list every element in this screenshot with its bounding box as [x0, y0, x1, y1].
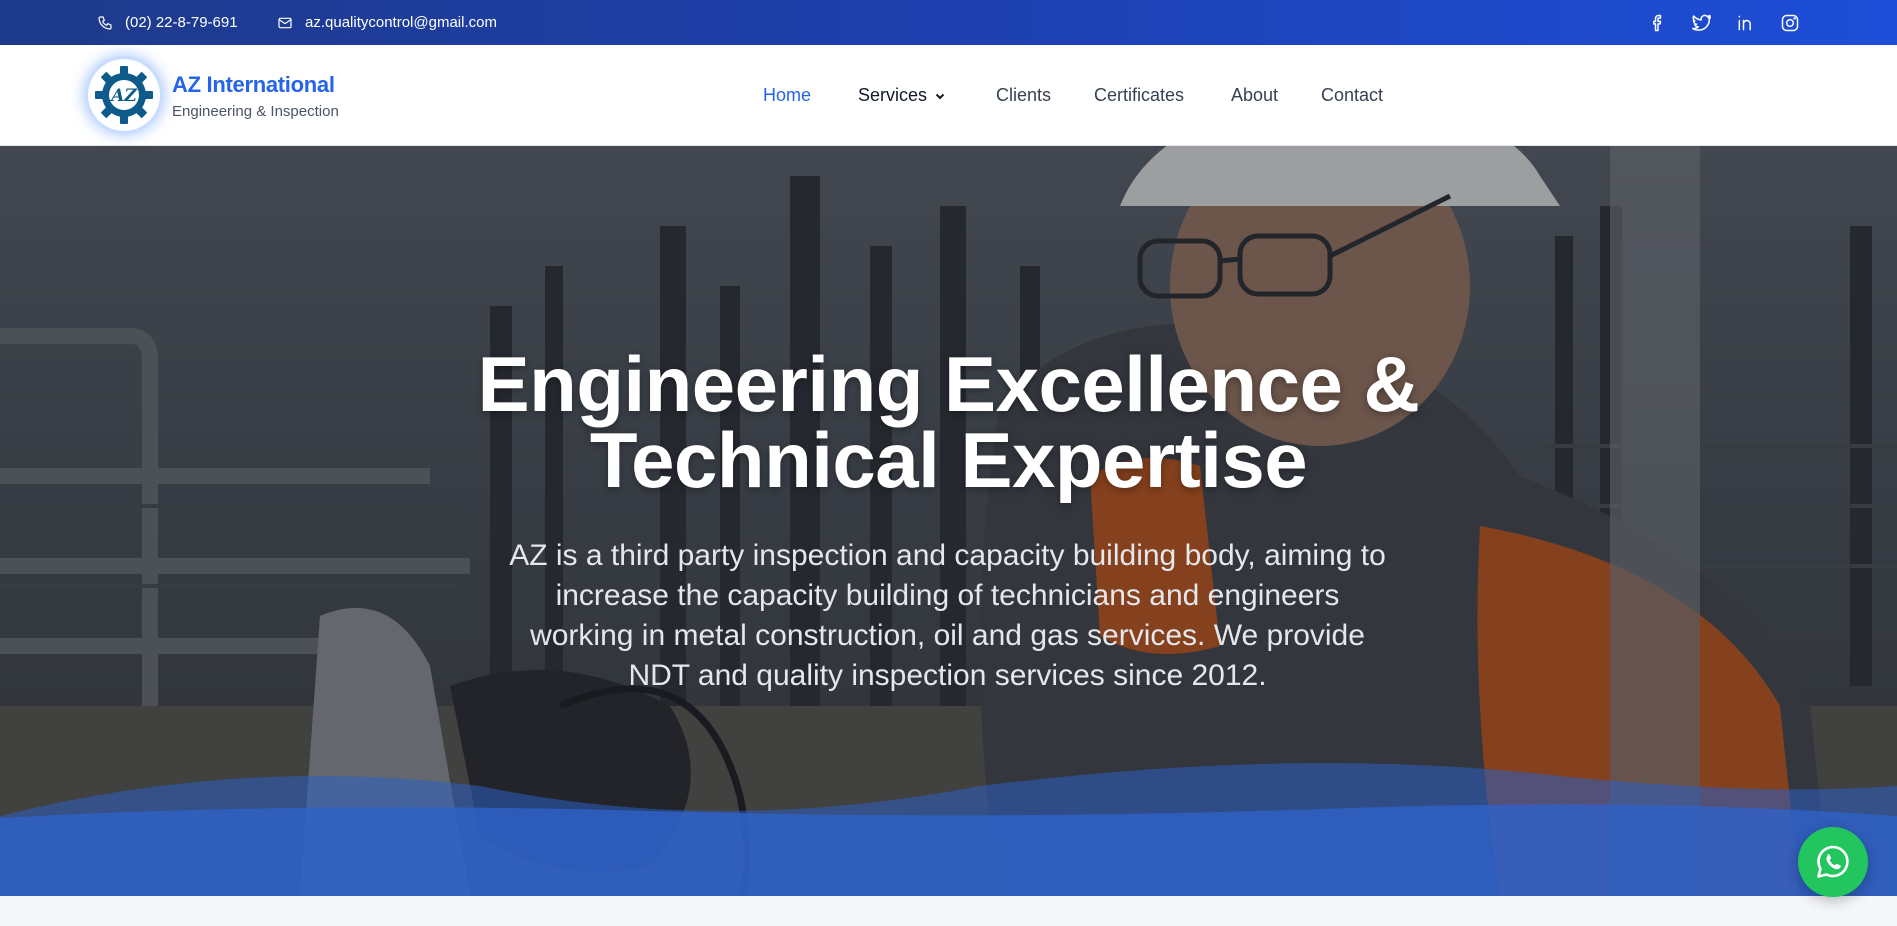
site-header: AZ AZ International Engineering & Inspec…	[0, 45, 1897, 146]
top-bar: (02) 22-8-79-691 az.qualitycontrol@gmail…	[0, 0, 1897, 45]
whatsapp-button[interactable]	[1798, 827, 1868, 897]
nav-clients[interactable]: Clients	[996, 85, 1051, 106]
nav-certificates-label: Certificates	[1094, 85, 1185, 105]
email-contact[interactable]: az.qualitycontrol@gmail.com	[277, 0, 497, 45]
nav-services[interactable]: Services	[858, 85, 946, 106]
twitter-icon[interactable]	[1691, 12, 1713, 34]
instagram-icon[interactable]	[1779, 12, 1801, 34]
social-links	[1647, 0, 1801, 45]
phone-contact[interactable]: (02) 22-8-79-691	[97, 0, 238, 45]
hero-wave-divider	[0, 763, 1897, 896]
mail-icon	[278, 17, 292, 28]
whatsapp-icon	[1817, 845, 1849, 878]
main-navigation: Home Services Clients Certificates About…	[0, 45, 1897, 146]
facebook-icon[interactable]	[1647, 12, 1669, 34]
nav-contact-label: Contact	[1321, 85, 1384, 105]
linkedin-icon[interactable]	[1735, 12, 1757, 34]
nav-home[interactable]: Home	[763, 85, 811, 106]
nav-contact[interactable]: Contact	[1321, 85, 1383, 106]
nav-about[interactable]: About	[1231, 85, 1278, 106]
nav-services-label: Services	[858, 85, 928, 105]
nav-clients-label: Clients	[996, 85, 1052, 105]
phone-icon	[98, 15, 112, 30]
chevron-down-icon	[935, 93, 945, 99]
nav-about-label: About	[1231, 85, 1279, 105]
nav-certificates[interactable]: Certificates	[1094, 85, 1184, 106]
hero-section: Engineering Excellence & Technical Exper…	[0, 146, 1897, 896]
email-address: az.qualitycontrol@gmail.com	[305, 14, 497, 31]
nav-home-label: Home	[763, 85, 812, 105]
phone-number: (02) 22-8-79-691	[125, 14, 238, 31]
next-section-edge	[0, 896, 1897, 926]
